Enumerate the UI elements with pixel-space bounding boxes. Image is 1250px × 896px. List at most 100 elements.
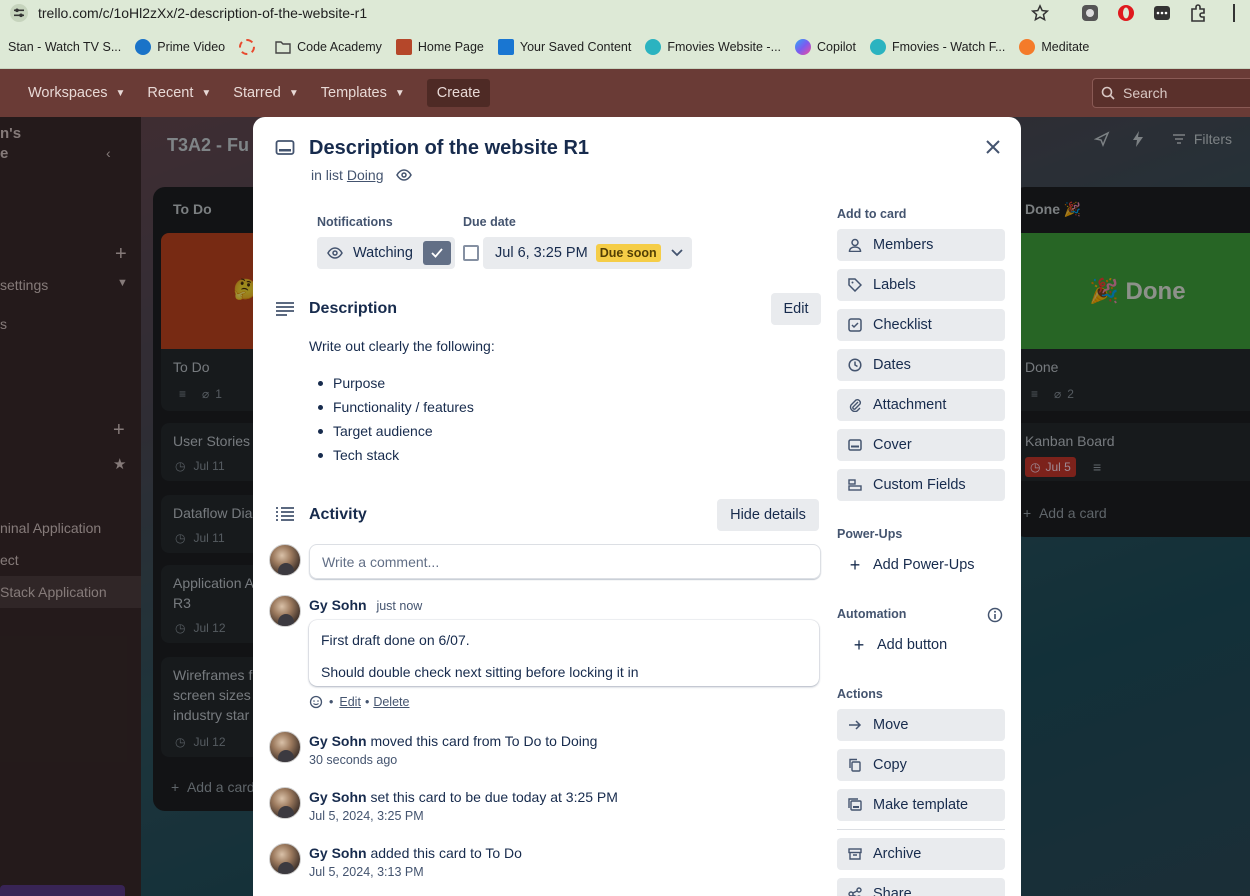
template-icon — [847, 797, 863, 813]
card-title[interactable]: Description of the website R1 — [309, 137, 589, 160]
activity-time[interactable]: 30 seconds ago — [309, 753, 397, 767]
edit-description-button[interactable]: Edit — [771, 293, 821, 325]
plus-icon: + — [849, 554, 861, 575]
copy-icon — [847, 757, 863, 773]
recent-menu[interactable]: Recent ▼ — [147, 85, 211, 101]
bookmark-red-circle[interactable] — [239, 39, 261, 55]
activity-item: Gy Sohn set this card to be due today at… — [309, 789, 618, 805]
folder-icon — [275, 40, 291, 54]
bookmark-meditate[interactable]: Meditate — [1019, 39, 1089, 55]
hide-details-button[interactable]: Hide details — [717, 499, 819, 531]
chevron-down-icon — [671, 249, 683, 257]
avatar — [269, 843, 301, 875]
due-date-value: Jul 6, 3:25 PM — [495, 245, 588, 261]
author-name[interactable]: Gy Sohn — [309, 789, 367, 805]
due-date-button[interactable]: Jul 6, 3:25 PM Due soon — [483, 237, 692, 269]
create-button[interactable]: Create — [426, 79, 491, 107]
add-reaction-icon[interactable] — [309, 695, 323, 709]
make-template-button[interactable]: Make template — [837, 789, 1005, 821]
puzzle-icon[interactable] — [1188, 3, 1208, 23]
activity-time[interactable]: Jul 5, 2024, 3:25 PM — [309, 809, 424, 823]
bookmark-stan[interactable]: Stan - Watch TV S... — [8, 40, 121, 54]
attachment-button[interactable]: Attachment — [837, 389, 1005, 421]
comment-input[interactable]: Write a comment... — [309, 544, 821, 579]
close-icon — [986, 140, 1000, 154]
prime-video-icon — [135, 39, 152, 55]
bookmark-copilot[interactable]: Copilot — [795, 39, 856, 55]
checklist-button[interactable]: Checklist — [837, 309, 1005, 341]
delete-comment-link[interactable]: Delete — [373, 695, 409, 709]
list-link[interactable]: Doing — [347, 167, 384, 183]
author-name[interactable]: Gy Sohn — [309, 845, 367, 861]
comment-time[interactable]: just now — [376, 599, 422, 613]
close-button[interactable] — [979, 133, 1007, 161]
list-item: Tech stack — [309, 446, 474, 470]
meditate-icon — [1019, 39, 1036, 55]
opera-icon[interactable] — [1116, 3, 1136, 23]
activity-item: Gy Sohn added this card to To Do — [309, 845, 522, 861]
tag-icon — [847, 277, 863, 293]
edit-comment-link[interactable]: Edit — [339, 695, 361, 709]
activity-text: set this card to be due today at 3:25 PM — [370, 789, 618, 805]
arrow-right-icon — [847, 717, 863, 733]
bookmark-saved-content[interactable]: Your Saved Content — [497, 39, 631, 55]
cover-button[interactable]: Cover — [837, 429, 1005, 461]
trello-header: Workspaces ▼ Recent ▼ Starred ▼ Templates ▼ … — [0, 69, 1250, 117]
activity-time[interactable]: Jul 5, 2024, 3:13 PM — [309, 865, 424, 879]
add-power-ups-button[interactable]: + Add Power-Ups — [837, 549, 1005, 581]
card-detail-modal: Description of the website R1 in list Do… — [253, 117, 1021, 896]
plus-icon: + — [853, 634, 865, 655]
browser-address-bar: trello.com/c/1oHl2zXx/2-description-of-t… — [0, 0, 1250, 26]
author-name[interactable]: Gy Sohn — [309, 733, 367, 749]
move-button[interactable]: Move — [837, 709, 1005, 741]
cover-icon — [847, 437, 863, 453]
add-to-card-label: Add to card — [837, 207, 907, 221]
templates-menu[interactable]: Templates ▼ — [321, 85, 405, 101]
starred-menu[interactable]: Starred ▼ — [233, 85, 298, 101]
avatar — [269, 595, 301, 627]
bookmark-code-academy[interactable]: Code Academy — [275, 40, 382, 54]
bookmark-home-page[interactable]: Home Page — [395, 39, 484, 55]
divider-icon — [1224, 3, 1244, 23]
copy-button[interactable]: Copy — [837, 749, 1005, 781]
bookmarks-bar: Stan - Watch TV S... Prime Video Code Ac… — [0, 26, 1250, 69]
search-input[interactable]: Search — [1092, 78, 1250, 108]
bookmark-fmovies-watch[interactable]: Fmovies - Watch F... — [869, 39, 1005, 55]
list-item: Target audience — [309, 422, 474, 446]
activity-text: moved this card from To Do to Doing — [370, 733, 598, 749]
archive-button[interactable]: Archive — [837, 838, 1005, 870]
eye-icon — [395, 169, 412, 181]
url-text[interactable]: trello.com/c/1oHl2zXx/2-description-of-t… — [38, 5, 367, 21]
share-button[interactable]: Share — [837, 878, 1005, 896]
due-soon-badge: Due soon — [595, 244, 661, 262]
dates-button[interactable]: Dates — [837, 349, 1005, 381]
fmovies-icon — [645, 39, 662, 55]
bookmark-prime-video[interactable]: Prime Video — [135, 39, 225, 55]
workspaces-menu[interactable]: Workspaces ▼ — [28, 85, 125, 101]
share-icon — [847, 886, 863, 896]
custom-fields-button[interactable]: Custom Fields — [837, 469, 1005, 501]
extension-icon[interactable] — [1080, 3, 1100, 23]
avatar — [269, 731, 301, 763]
description-icon — [275, 301, 295, 317]
eye-icon — [327, 247, 343, 259]
activity-icon — [275, 506, 295, 522]
bookmark-fmovies-website[interactable]: Fmovies Website -... — [645, 39, 781, 55]
star-icon[interactable] — [1030, 3, 1050, 23]
labels-button[interactable]: Labels — [837, 269, 1005, 301]
add-button-button[interactable]: + Add button — [841, 629, 1009, 661]
actions-label: Actions — [837, 687, 883, 701]
comment-line: Should double check next sitting before … — [321, 664, 639, 680]
author-name[interactable]: Gy Sohn — [309, 597, 367, 613]
watching-check-icon — [423, 241, 451, 265]
archive-icon — [847, 846, 863, 862]
info-icon[interactable] — [987, 607, 1003, 623]
chevron-down-icon: ▼ — [201, 87, 212, 99]
comment-actions: • Edit • Delete — [309, 695, 409, 709]
members-button[interactable]: Members — [837, 229, 1005, 261]
due-complete-checkbox[interactable] — [463, 245, 479, 261]
more-extension-icon[interactable] — [1152, 3, 1172, 23]
site-settings-icon[interactable] — [10, 4, 28, 22]
list-item: Functionality / features — [309, 398, 474, 422]
avatar — [269, 544, 301, 576]
